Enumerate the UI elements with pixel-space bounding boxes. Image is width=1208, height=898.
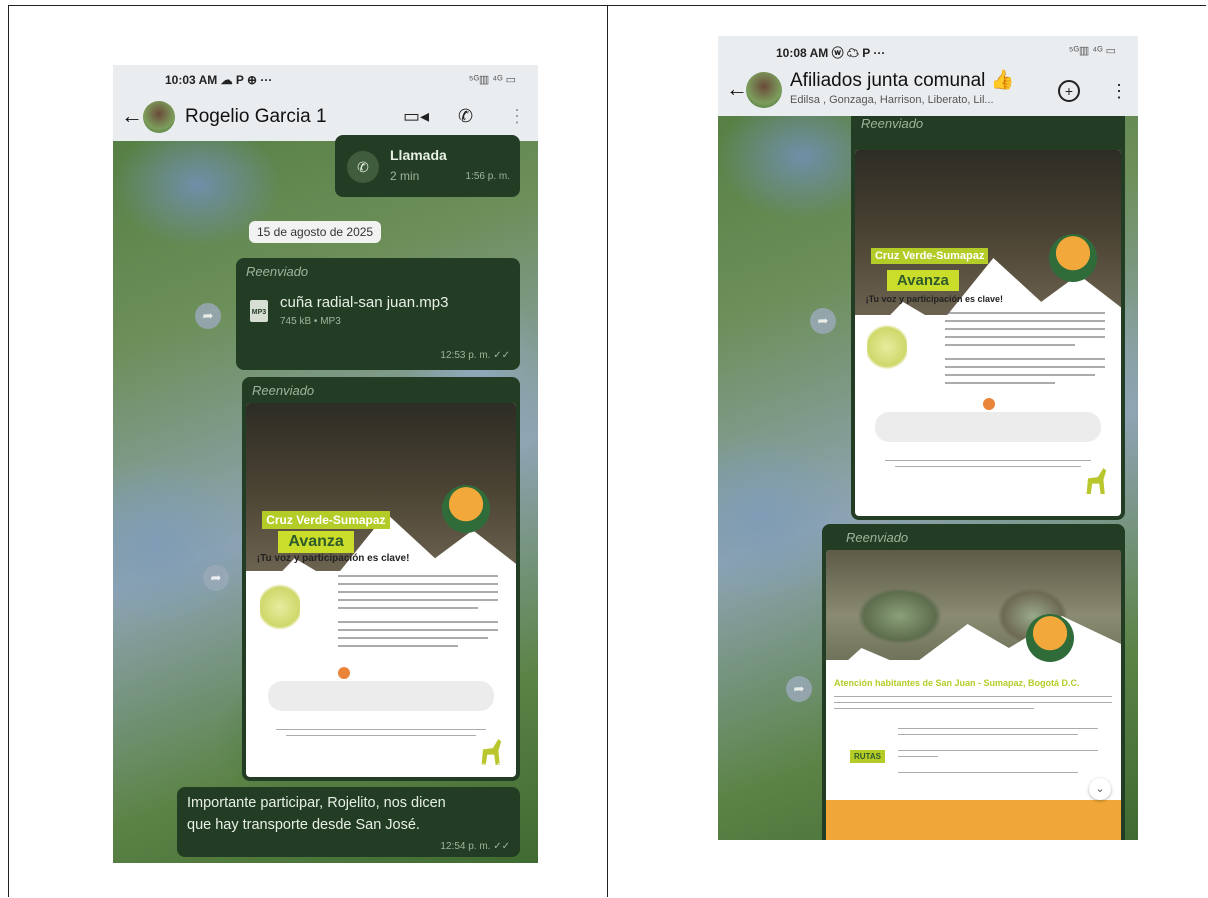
frailejon-illustration	[260, 581, 300, 633]
message-time: 12:53 p. m. ✓✓	[440, 761, 510, 772]
table-middle-border	[607, 5, 608, 897]
frailejon-illustration	[867, 322, 907, 372]
more-options-icon[interactable]: ⋮	[508, 105, 526, 127]
avatar[interactable]	[143, 101, 175, 133]
file-bubble[interactable]: Reenviado MP3 cuña radial-san juan.mp3 7…	[236, 258, 520, 370]
poster-image-2[interactable]: Atención habitantes de San Juan - Sumapa…	[826, 550, 1121, 840]
table-left-border	[8, 5, 9, 897]
message-text-line-2: que hay transporte desde San José.	[187, 817, 420, 833]
chat-header: ← Rogelio Garcia 1 ▭◂ ✆ ⋮	[113, 93, 538, 141]
event-info-band	[826, 800, 1121, 840]
audio-file-icon: MP3	[250, 300, 268, 322]
status-system-icons: ⁵ᴳ▥ ⁴ᴳ ▭	[468, 74, 516, 86]
forwarded-label: Reenviado	[846, 530, 909, 545]
file-meta: 745 kB • MP3	[280, 316, 341, 327]
poster-tagline: ¡Tu voz y participación es clave!	[256, 553, 410, 564]
event-details-pill	[875, 412, 1101, 442]
forward-share-icon[interactable]: ➦	[786, 676, 812, 702]
poster-heading: Atención habitantes de San Juan - Sumapa…	[834, 678, 1080, 688]
scroll-down-icon[interactable]: ⌄	[1089, 778, 1111, 800]
left-chat-screenshot: 10:03 AM ☁ P ⊕ ··· ⁵ᴳ▥ ⁴ᴳ ▭ ← Rogelio Ga…	[113, 65, 538, 863]
right-chat-screenshot: 10:08 AM ⓦ ☁ P ··· ⁵ᴳ▥ ⁴ᴳ ▭ ← Afiliados …	[718, 36, 1138, 840]
deer-logo	[1086, 468, 1107, 494]
chat-header: ← Afiliados junta comunal 👍 Edilsa , Gon…	[718, 64, 1138, 116]
contact-name[interactable]: Rogelio Garcia 1	[185, 106, 327, 128]
status-time: 10:03 AM ☁ P ⊕ ···	[165, 73, 273, 87]
routes-label: RUTAS	[850, 750, 885, 763]
status-time: 10:08 AM ⓦ ☁ P ···	[776, 46, 886, 60]
call-title: Llamada	[390, 147, 447, 163]
status-bar: 10:03 AM ☁ P ⊕ ··· ⁵ᴳ▥ ⁴ᴳ ▭	[113, 65, 538, 93]
back-arrow-icon[interactable]: ←	[121, 105, 143, 127]
video-call-icon[interactable]: ▭◂	[403, 105, 429, 127]
message-time: 12:54 p. m. ✓✓	[440, 841, 510, 852]
event-details-pill	[268, 681, 494, 711]
date-chip: 15 de agosto de 2025	[249, 221, 382, 243]
forward-share-icon[interactable]: ➦	[195, 303, 221, 329]
project-logo	[1026, 614, 1074, 662]
group-name[interactable]: Afiliados junta comunal 👍	[790, 68, 1014, 92]
project-logo	[1049, 234, 1097, 282]
back-arrow-icon[interactable]: ←	[726, 78, 748, 100]
group-avatar[interactable]	[746, 72, 782, 108]
status-system-icons: ⁵ᴳ▥ ⁴ᴳ ▭	[1068, 45, 1116, 57]
forward-share-icon[interactable]: ➦	[203, 565, 229, 591]
poster-tagline: ¡Tu voz y participación es clave!	[865, 294, 1004, 304]
text-bubble[interactable]: Importante participar, Rojelito, nos dic…	[177, 787, 520, 857]
message-text-line-1: Importante participar, Rojelito, nos dic…	[187, 795, 446, 811]
project-logo	[442, 485, 490, 533]
call-bubble[interactable]: ✆ Llamada 2 min 1:56 p. m.	[335, 135, 520, 197]
forwarded-label: Reenviado	[246, 264, 309, 279]
poster-image[interactable]: Cruz Verde-Sumapaz Avanza ¡Tu voz y part…	[855, 150, 1121, 516]
forward-share-icon[interactable]: ➦	[810, 308, 836, 334]
message-time: 12:53 p. m. ✓✓	[440, 350, 510, 361]
message-time: 1:56 p. m.	[465, 171, 510, 182]
phone-icon[interactable]: ✆	[458, 105, 473, 127]
image-bubble[interactable]: Reenviado Cruz Verde-Sumapaz Avanza ¡Tu …	[851, 116, 1125, 520]
group-members[interactable]: Edilsa , Gonzaga, Harrison, Liberato, Li…	[790, 94, 994, 106]
poster-image[interactable]: Cruz Verde-Sumapaz Avanza ¡Tu voz y part…	[246, 403, 516, 777]
poster-title: Cruz Verde-Sumapaz	[262, 511, 390, 529]
forwarded-label: Reenviado	[861, 116, 924, 131]
poster-subtitle: Avanza	[886, 270, 959, 291]
poster-title: Cruz Verde-Sumapaz	[870, 248, 989, 264]
call-duration: 2 min	[390, 169, 420, 183]
image-bubble[interactable]: Reenviado Cruz Verde-Sumapaz Avanza ¡Tu …	[242, 377, 520, 781]
poster-subtitle: Avanza	[278, 531, 354, 553]
image-bubble-2[interactable]: Reenviado Atención habitantes de San Jua…	[822, 524, 1125, 840]
call-icon: ✆	[347, 151, 379, 183]
forwarded-label: Reenviado	[252, 383, 315, 398]
add-call-icon[interactable]: +	[1058, 80, 1080, 102]
file-name: cuña radial-san juan.mp3	[280, 294, 449, 311]
more-options-icon[interactable]: ⋮	[1110, 80, 1128, 102]
status-bar: 10:08 AM ⓦ ☁ P ··· ⁵ᴳ▥ ⁴ᴳ ▭	[718, 36, 1138, 64]
